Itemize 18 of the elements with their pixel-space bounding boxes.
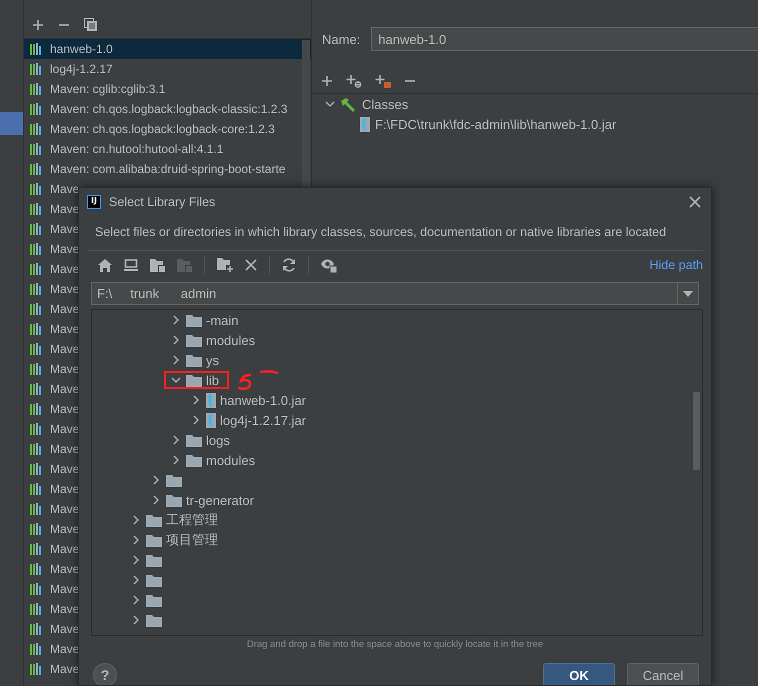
dialog-description: Select files or directories in which library classes, sources, documentation or native libraries are located [95, 224, 668, 241]
file-path: F:\FDC\trunk\fdc-admin\lib\hanweb-1.0.jar [375, 116, 616, 132]
tree-item-label: log4j-1.2.17.jar [220, 412, 306, 428]
app-logo: IJ [87, 195, 101, 209]
tree-item-label: modules [206, 332, 256, 348]
tree-item-label: ys [206, 352, 219, 368]
field-label: Name: [322, 32, 360, 46]
dialog-title: Select Library Files [109, 195, 216, 209]
tree-item-label: tr-generator [186, 492, 254, 508]
tree-label: Classes [362, 96, 408, 112]
tree-item-label: hanweb-1.0.jar [220, 392, 306, 408]
drop-hint: Drag and drop a file into the space above to quickly locate it in the tree [246, 639, 544, 652]
tree-item-label: 工程管理 [166, 511, 218, 529]
tree-item-label: modules [206, 452, 256, 468]
tree-item-label: logs [206, 432, 230, 448]
tree-item-label: 项目管理 [166, 531, 218, 549]
tree-item-label: lib [206, 372, 220, 388]
tree-item-label: -main [206, 312, 239, 328]
